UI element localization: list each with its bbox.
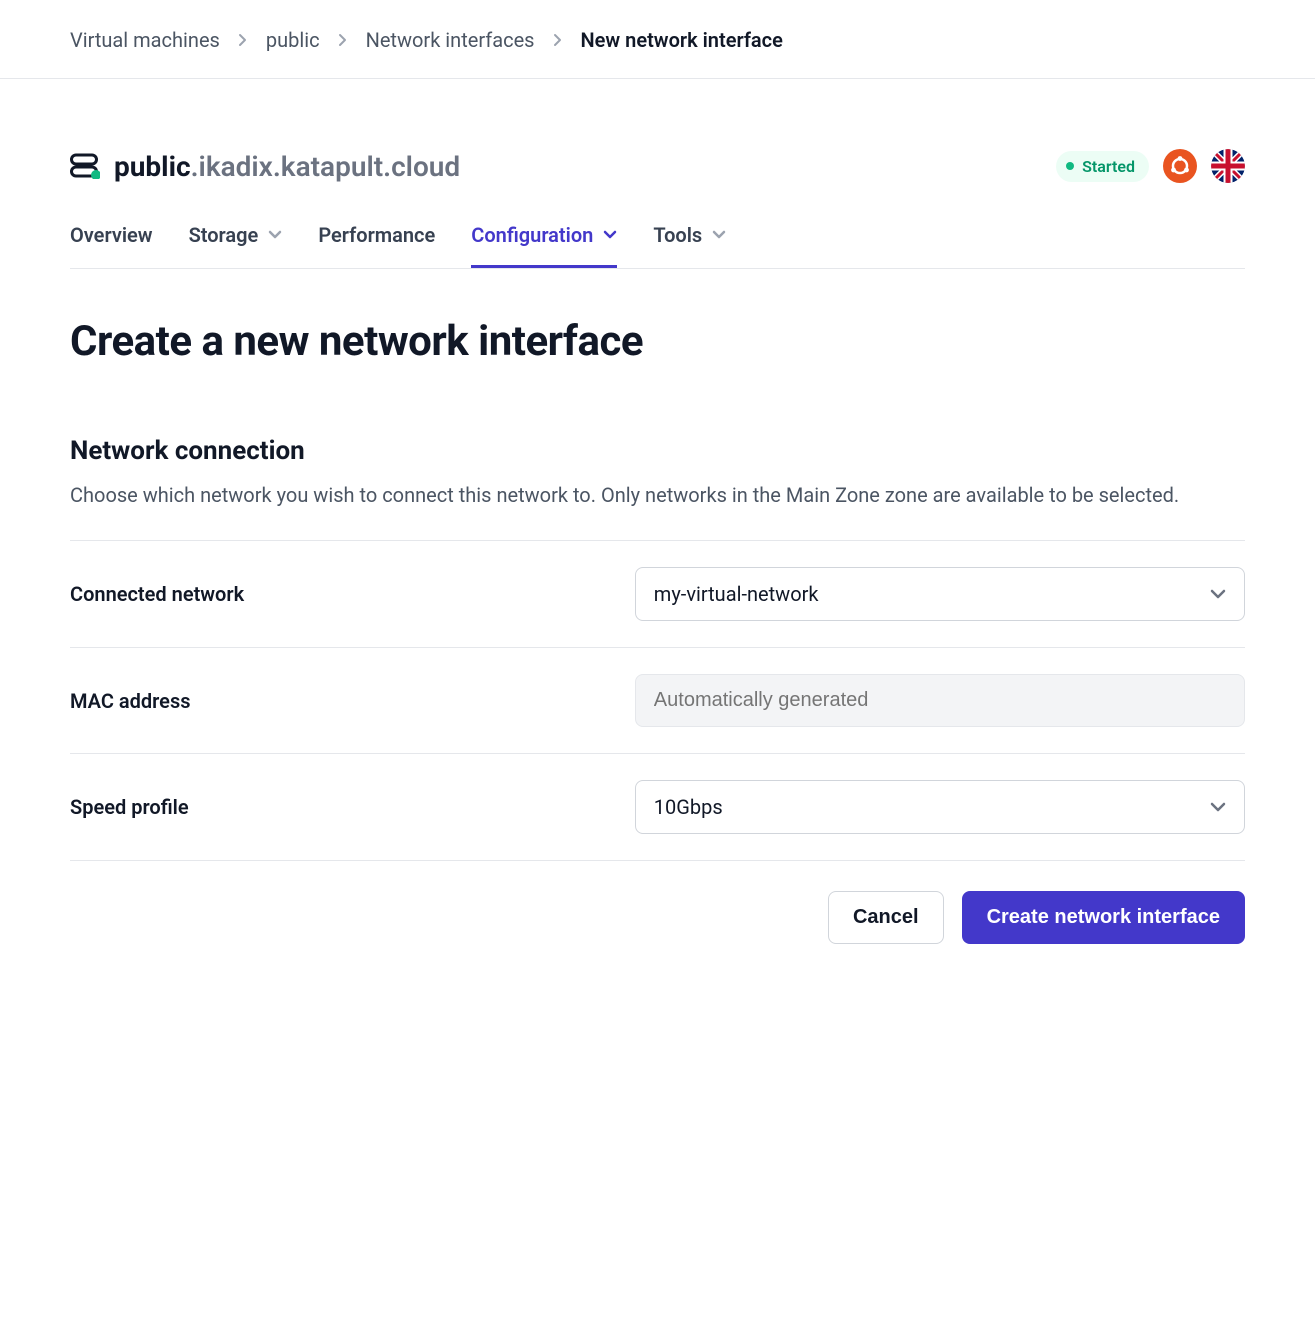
chevron-right-icon [238,33,248,47]
speed-profile-select[interactable]: 10Gbps [635,780,1245,834]
tab-configuration[interactable]: Configuration [471,213,617,268]
select-value: my-virtual-network [654,582,819,606]
status-dot-icon [1066,162,1074,170]
section-description: Choose which network you wish to connect… [70,480,1245,510]
hostname-domain: .ikadix.katapult.cloud [191,150,461,183]
breadcrumb-current: New network interface [581,28,783,52]
connected-network-select[interactable]: my-virtual-network [635,567,1245,621]
tab-label: Overview [70,223,153,247]
connected-network-label: Connected network [70,582,615,606]
tab-bar: Overview Storage Performance Configurati… [70,213,1245,269]
chevron-right-icon [338,33,348,47]
form-row-mac-address: MAC address [70,648,1245,754]
mac-address-label: MAC address [70,689,615,713]
tab-overview[interactable]: Overview [70,213,153,268]
chevron-down-icon [603,230,617,240]
tab-tools[interactable]: Tools [653,213,726,268]
tab-performance[interactable]: Performance [318,213,435,268]
tab-label: Tools [653,223,702,247]
speed-profile-label: Speed profile [70,795,615,819]
breadcrumb-public[interactable]: public [266,28,320,52]
hostname-primary: public [114,150,191,183]
page-header: public.ikadix.katapult.cloud Started [70,149,1245,183]
hostname: public.ikadix.katapult.cloud [114,150,460,183]
form-actions: Cancel Create network interface [70,861,1245,944]
tab-label: Storage [189,223,259,247]
uk-flag-icon [1211,149,1245,183]
mac-address-input[interactable] [635,674,1245,727]
breadcrumb-virtual-machines[interactable]: Virtual machines [70,28,220,52]
breadcrumb: Virtual machines public Network interfac… [0,0,1315,79]
tab-label: Performance [318,223,435,247]
chevron-down-icon [712,230,726,240]
form: Connected network my-virtual-network MAC… [70,540,1245,861]
chevron-down-icon [268,230,282,240]
chevron-down-icon [1210,588,1226,600]
select-value: 10Gbps [654,795,723,819]
section-title: Network connection [70,436,1245,466]
server-icon [70,153,100,179]
status-badge: Started [1056,151,1149,182]
chevron-right-icon [553,33,563,47]
cancel-button[interactable]: Cancel [828,891,944,944]
form-row-speed-profile: Speed profile 10Gbps [70,754,1245,861]
page-title: Create a new network interface [70,317,1245,366]
status-label: Started [1082,157,1135,176]
ubuntu-icon [1163,149,1197,183]
chevron-down-icon [1210,801,1226,813]
tab-storage[interactable]: Storage [189,213,283,268]
form-row-connected-network: Connected network my-virtual-network [70,541,1245,648]
create-network-interface-button[interactable]: Create network interface [962,891,1245,944]
tab-label: Configuration [471,223,593,247]
breadcrumb-network-interfaces[interactable]: Network interfaces [366,28,535,52]
